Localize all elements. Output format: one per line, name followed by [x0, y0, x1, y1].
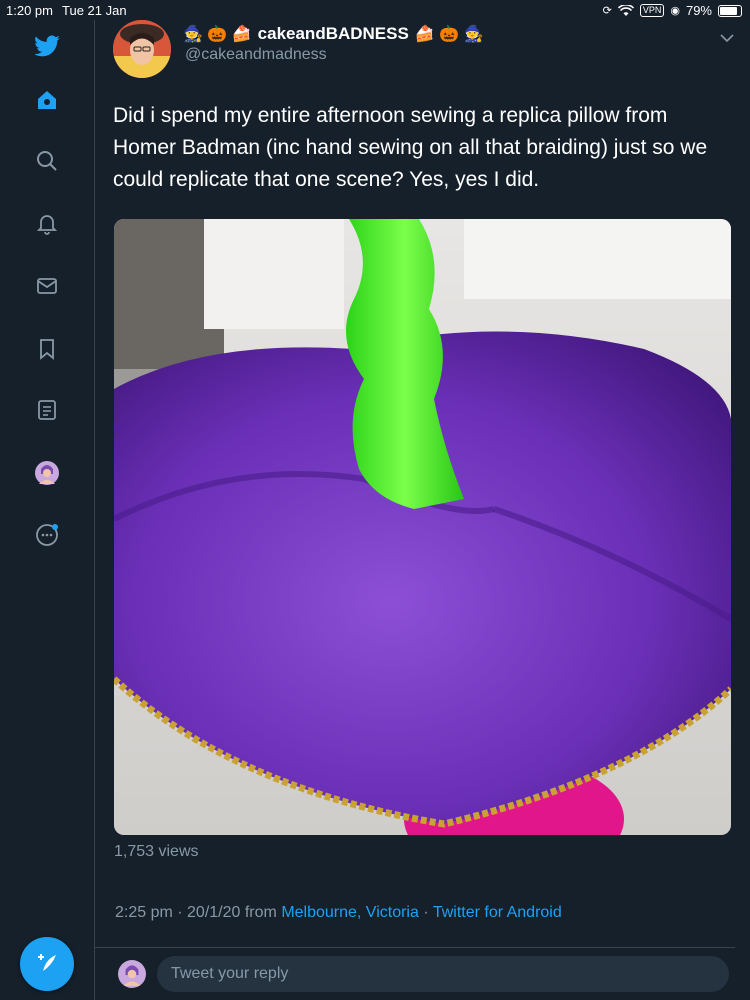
tweet-timestamp[interactable]: 2:25 pm · 20/1/20 from	[115, 904, 277, 921]
tweet-location-link[interactable]: Melbourne, Victoria	[281, 904, 419, 921]
tweet-detail: 🧙 🎃 🍰 cakeandBADNESS 🍰 🎃 🧙 @cakeandmadne…	[95, 20, 750, 1000]
divider	[95, 947, 735, 948]
author-avatar[interactable]	[113, 20, 171, 78]
name-emoji-left: 🧙 🎃 🍰	[183, 26, 252, 43]
meta-separator: ·	[418, 904, 433, 921]
compose-tweet-button[interactable]	[20, 937, 74, 991]
battery-icon	[718, 4, 742, 17]
name-emoji-right: 🍰 🎃 🧙	[414, 26, 484, 43]
rotation-lock-icon: ⟳	[602, 5, 612, 17]
tweet-meta: 2:25 pm · 20/1/20 from Melbourne, Victor…	[115, 904, 562, 922]
display-name[interactable]: cakeandBADNESS	[258, 24, 409, 44]
video-frame	[114, 219, 731, 835]
vpn-badge: VPN	[639, 4, 665, 17]
tweet-menu-button[interactable]	[720, 30, 734, 48]
home-icon[interactable]	[30, 83, 64, 117]
status-date: Tue 21 Jan	[62, 3, 127, 18]
author-name-row[interactable]: 🧙 🎃 🍰 cakeandBADNESS 🍰 🎃 🧙	[183, 24, 483, 44]
sidebar	[0, 20, 95, 1000]
lists-icon[interactable]	[30, 393, 64, 427]
location-icon: ◉	[670, 5, 680, 17]
tweet-video[interactable]	[114, 219, 731, 835]
twitter-bird-icon[interactable]	[30, 30, 64, 64]
more-icon[interactable]	[30, 518, 64, 552]
status-bar: 1:20 pm Tue 21 Jan ⟳ VPN ◉ 79%	[0, 0, 750, 20]
wifi-icon	[617, 4, 634, 16]
status-time: 1:20 pm	[6, 3, 53, 18]
bookmark-icon[interactable]	[30, 332, 64, 366]
reply-avatar	[118, 960, 146, 988]
tweet-text: Did i spend my entire afternoon sewing a…	[113, 104, 708, 191]
view-count: 1,753 views	[114, 843, 199, 860]
search-icon[interactable]	[30, 144, 64, 178]
compose-tweet-icon	[38, 954, 56, 971]
chevron-down-icon	[720, 34, 734, 43]
reply-input[interactable]: Tweet your reply	[157, 956, 729, 992]
mail-icon[interactable]	[30, 269, 64, 303]
battery-percent: 79%	[685, 3, 712, 18]
bell-icon[interactable]	[30, 207, 64, 241]
status-right: ⟳ VPN ◉ 79%	[603, 3, 742, 18]
author-handle[interactable]: @cakeandmadness	[185, 46, 327, 64]
tweet-source-link[interactable]: Twitter for Android	[433, 904, 562, 921]
profile-avatar-icon[interactable]	[30, 456, 64, 490]
